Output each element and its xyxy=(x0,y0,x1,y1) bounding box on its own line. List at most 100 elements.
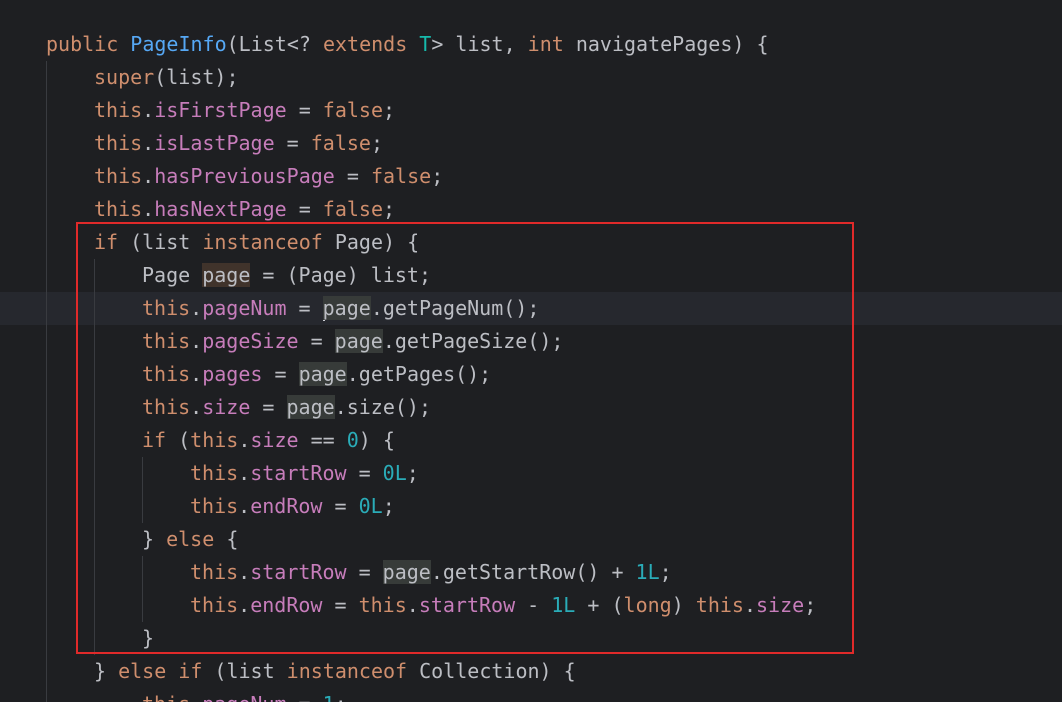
code-line[interactable]: if (list instanceof Page) { xyxy=(94,226,419,259)
code-token: navigatePages) { xyxy=(575,32,769,56)
code-token: = xyxy=(298,329,335,353)
code-token: . xyxy=(190,362,203,386)
code-line[interactable]: this.pageNum = 1; xyxy=(142,688,347,702)
code-token: false xyxy=(322,98,384,122)
code-token: { xyxy=(226,527,239,551)
code-token: = xyxy=(322,494,359,518)
code-line[interactable]: } else { xyxy=(142,523,238,556)
code-token: .getPageSize(); xyxy=(382,329,564,353)
code-token: ; xyxy=(659,560,672,584)
code-token: this xyxy=(695,593,744,617)
code-token: (List<? xyxy=(226,32,323,56)
code-token: hasPreviousPage xyxy=(154,164,335,188)
code-token: .getPageNum(); xyxy=(370,296,540,320)
code-token: this xyxy=(94,131,143,155)
code-token: else xyxy=(166,527,227,551)
highlighted-identifier: page xyxy=(322,296,371,320)
code-token: ; xyxy=(335,692,347,702)
code-token: ; xyxy=(383,98,396,122)
code-line[interactable]: if (this.size == 0) { xyxy=(142,424,395,457)
code-token: Collection) { xyxy=(419,659,576,683)
code-token: . xyxy=(238,494,251,518)
code-token: if xyxy=(94,230,131,254)
code-token: extends xyxy=(322,32,420,56)
code-token: . xyxy=(238,560,251,584)
code-line[interactable]: this.hasPreviousPage = false; xyxy=(94,160,443,193)
code-line[interactable]: this.hasNextPage = false; xyxy=(94,193,395,226)
indent-guide xyxy=(94,259,95,655)
code-token: this xyxy=(94,197,143,221)
code-token: 1L xyxy=(551,593,576,617)
code-line[interactable]: this.endRow = this.startRow - 1L + (long… xyxy=(190,589,816,622)
code-token: this xyxy=(94,98,143,122)
code-token: startRow xyxy=(418,593,516,617)
code-line[interactable]: } else if (list instanceof Collection) { xyxy=(94,655,576,688)
code-token: = xyxy=(286,197,323,221)
code-token: startRow xyxy=(250,560,347,584)
code-line[interactable]: public PageInfo(List<? extends T> list, … xyxy=(46,28,768,61)
code-token: ; xyxy=(382,494,395,518)
code-token: this xyxy=(358,593,407,617)
code-token: size xyxy=(202,395,251,419)
code-token: T xyxy=(419,32,432,56)
highlighted-identifier: page xyxy=(286,395,335,419)
code-token: = xyxy=(286,98,323,122)
code-line[interactable]: this.startRow = page.getStartRow() + 1L; xyxy=(190,556,672,589)
code-token: isLastPage xyxy=(154,131,275,155)
code-token: . xyxy=(190,329,203,353)
code-token: instanceof xyxy=(202,230,335,254)
code-token: Page xyxy=(142,263,203,287)
code-token: 1L xyxy=(635,560,660,584)
code-token: pageNum xyxy=(202,692,286,702)
code-line[interactable]: this.pageNum = page.getPageNum(); xyxy=(142,292,539,325)
code-token: (list); xyxy=(154,65,239,89)
code-token: 0L xyxy=(382,461,407,485)
code-token: > list, xyxy=(431,32,528,56)
code-line[interactable]: super(list); xyxy=(94,61,239,94)
highlighted-identifier: page xyxy=(298,362,347,386)
code-line[interactable]: } xyxy=(142,622,154,655)
code-token: size xyxy=(756,593,805,617)
code-token: super xyxy=(94,65,155,89)
code-line[interactable]: this.endRow = 0L; xyxy=(190,490,395,523)
code-token: ; xyxy=(804,593,817,617)
code-token: ( xyxy=(178,428,191,452)
code-token: this xyxy=(94,164,143,188)
highlighted-identifier: page xyxy=(202,263,251,287)
code-token: public xyxy=(46,32,131,56)
code-token: Page) { xyxy=(334,230,420,254)
code-token: ; xyxy=(406,461,419,485)
code-token: . xyxy=(190,692,202,702)
code-token: this xyxy=(190,593,239,617)
code-token: . xyxy=(238,461,251,485)
code-token: this xyxy=(142,362,191,386)
code-line[interactable]: Page page = (Page) list; xyxy=(142,259,431,292)
code-token: endRow xyxy=(250,593,323,617)
code-line[interactable]: this.isLastPage = false; xyxy=(94,127,383,160)
indent-guide xyxy=(142,556,143,622)
code-token: this xyxy=(190,461,239,485)
code-token: . xyxy=(190,296,203,320)
code-line[interactable]: this.pages = page.getPages(); xyxy=(142,358,491,391)
code-line[interactable]: this.pageSize = page.getPageSize(); xyxy=(142,325,563,358)
code-token: = (Page) list; xyxy=(250,263,432,287)
code-token: . xyxy=(406,593,419,617)
code-token: 1 xyxy=(323,692,335,702)
code-token: . xyxy=(142,131,155,155)
code-token: 0L xyxy=(358,494,383,518)
code-editor[interactable]: public PageInfo(List<? extends T> list, … xyxy=(0,0,1062,702)
highlighted-identifier: page xyxy=(382,560,431,584)
code-token: false xyxy=(322,197,384,221)
code-line[interactable]: this.size = page.size(); xyxy=(142,391,431,424)
code-token: ) xyxy=(671,593,696,617)
highlighted-identifier: page xyxy=(334,329,383,353)
code-token: this xyxy=(190,560,239,584)
code-token: this xyxy=(142,329,191,353)
code-token: this xyxy=(142,692,190,702)
code-line[interactable]: this.isFirstPage = false; xyxy=(94,94,395,127)
code-token: hasNextPage xyxy=(154,197,287,221)
code-token: startRow xyxy=(250,461,347,485)
code-token: = xyxy=(334,164,371,188)
code-token: int xyxy=(527,32,576,56)
code-line[interactable]: this.startRow = 0L; xyxy=(190,457,419,490)
